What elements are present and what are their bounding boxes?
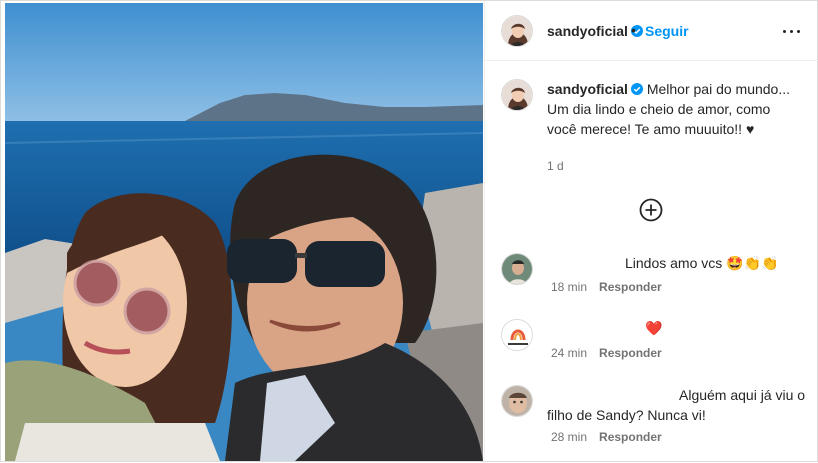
author-avatar[interactable]	[501, 15, 533, 47]
avatar-image-icon	[502, 386, 532, 416]
brand-logo-avatar-icon	[502, 320, 532, 350]
post-photo[interactable]	[5, 3, 483, 461]
comment-text: ❤️	[645, 320, 663, 336]
verified-badge-icon	[630, 83, 643, 95]
comment-timestamp[interactable]: 28 min	[551, 430, 587, 444]
commenter-avatar[interactable]	[501, 385, 533, 417]
avatar-image-icon	[502, 254, 532, 284]
separator-dot: •	[631, 22, 636, 38]
follow-button[interactable]: Seguir	[645, 23, 689, 39]
comment-text: Alguém aqui já viu o filho de Sandy? Nun…	[547, 387, 806, 423]
comment-meta: 18 min Responder	[551, 280, 662, 294]
comment-timestamp[interactable]: 24 min	[551, 346, 587, 360]
post-header: sandyoficial • Seguir	[485, 1, 818, 61]
comment-timestamp[interactable]: 18 min	[551, 280, 587, 294]
commenter-avatar[interactable]	[501, 319, 533, 351]
caption-timestamp[interactable]: 1 d	[547, 159, 564, 173]
author-username: sandyoficial	[547, 23, 628, 39]
reply-button[interactable]: Responder	[599, 430, 662, 444]
load-more-comments-icon[interactable]	[639, 198, 663, 222]
reply-button[interactable]: Responder	[599, 280, 662, 294]
post-side-panel: sandyoficial • Seguir sandyoficial Melho…	[484, 1, 818, 463]
caption-author-avatar[interactable]	[501, 79, 533, 111]
commenter-avatar[interactable]	[501, 253, 533, 285]
avatar-image-icon	[502, 80, 532, 110]
post-modal: sandyoficial • Seguir sandyoficial Melho…	[0, 0, 818, 463]
more-options-icon[interactable]	[781, 21, 803, 41]
comment-text: Lindos amo vcs 🤩👏👏	[625, 255, 779, 271]
reply-button[interactable]: Responder	[599, 346, 662, 360]
avatar-image-icon	[502, 16, 532, 46]
author-username-link[interactable]: sandyoficial	[547, 23, 643, 39]
photo-scene	[5, 3, 483, 461]
caption-username[interactable]: sandyoficial	[547, 81, 628, 97]
comment-meta: 24 min Responder	[551, 346, 662, 360]
comment-meta: 28 min Responder	[551, 430, 662, 444]
post-caption: sandyoficial Melhor pai do mundo... Um d…	[547, 79, 797, 139]
